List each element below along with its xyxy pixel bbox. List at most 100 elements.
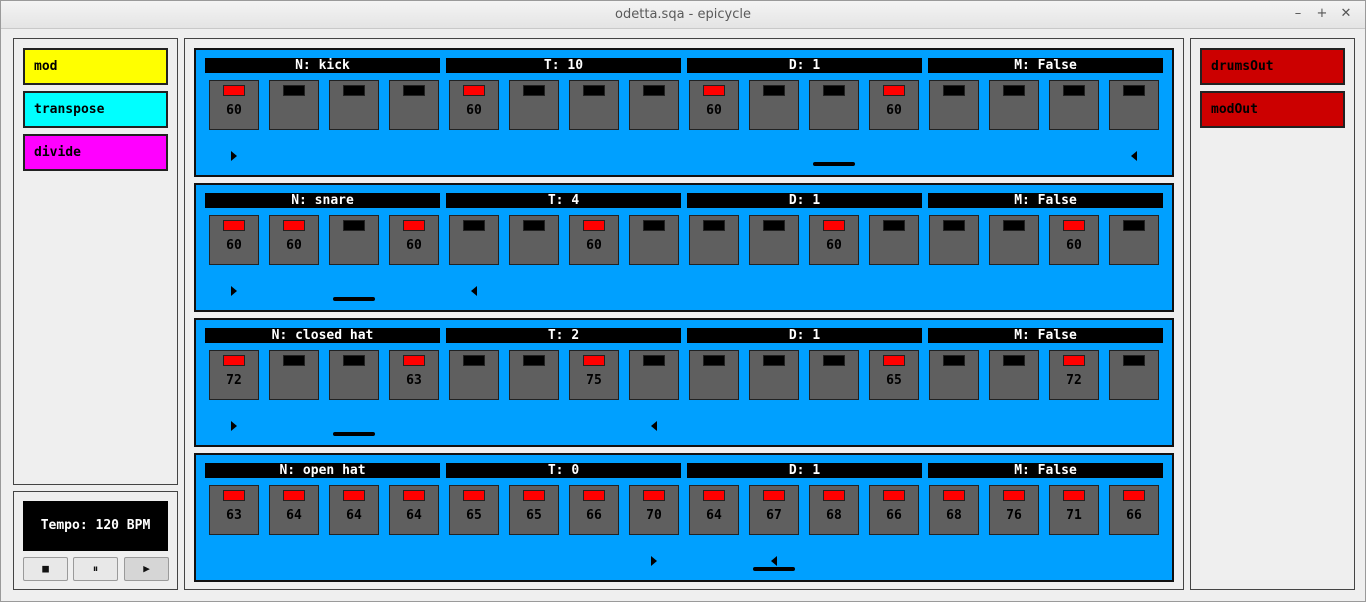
- transpose-header[interactable]: T: 10: [446, 58, 681, 73]
- note-header[interactable]: N: kick: [205, 58, 440, 73]
- minimize-button[interactable]: –: [1289, 5, 1307, 23]
- step-button[interactable]: [749, 215, 799, 265]
- step-button[interactable]: [509, 350, 559, 400]
- note-header[interactable]: N: open hat: [205, 463, 440, 478]
- output-drumsOut-button[interactable]: drumsOut: [1200, 48, 1345, 85]
- step-button[interactable]: [1109, 215, 1159, 265]
- mute-header[interactable]: M: False: [928, 328, 1163, 343]
- step-button[interactable]: [989, 80, 1039, 130]
- close-button[interactable]: ✕: [1337, 5, 1355, 23]
- step-button[interactable]: 66: [869, 485, 919, 535]
- step-button[interactable]: [449, 350, 499, 400]
- step-button[interactable]: 72: [209, 350, 259, 400]
- step-button[interactable]: 60: [389, 215, 439, 265]
- step-button[interactable]: 65: [509, 485, 559, 535]
- output-modOut-button[interactable]: modOut: [1200, 91, 1345, 128]
- step-button[interactable]: [509, 80, 559, 130]
- step-button[interactable]: [749, 350, 799, 400]
- step-button[interactable]: 63: [209, 485, 259, 535]
- step-button[interactable]: 65: [869, 350, 919, 400]
- step-button[interactable]: 66: [569, 485, 619, 535]
- step-button[interactable]: [869, 215, 919, 265]
- note-header[interactable]: N: closed hat: [205, 328, 440, 343]
- step-button[interactable]: 64: [689, 485, 739, 535]
- loop-end-marker[interactable]: [1131, 151, 1137, 161]
- step-button[interactable]: [689, 350, 739, 400]
- divide-header[interactable]: D: 1: [687, 328, 922, 343]
- step-button[interactable]: 65: [449, 485, 499, 535]
- step-button[interactable]: [1109, 350, 1159, 400]
- step-button[interactable]: [629, 80, 679, 130]
- divide-header[interactable]: D: 1: [687, 193, 922, 208]
- step-button[interactable]: 68: [929, 485, 979, 535]
- step-button[interactable]: 70: [629, 485, 679, 535]
- step-button[interactable]: [1109, 80, 1159, 130]
- play-button[interactable]: ▶: [124, 557, 169, 581]
- step-button[interactable]: 72: [1049, 350, 1099, 400]
- step-button[interactable]: [269, 80, 319, 130]
- mute-header[interactable]: M: False: [928, 193, 1163, 208]
- loop-end-marker[interactable]: [771, 556, 777, 566]
- step-button[interactable]: [1049, 80, 1099, 130]
- step-button[interactable]: 60: [209, 215, 259, 265]
- step-button[interactable]: 71: [1049, 485, 1099, 535]
- transpose-header[interactable]: T: 0: [446, 463, 681, 478]
- step-button[interactable]: 60: [449, 80, 499, 130]
- step-button[interactable]: 60: [689, 80, 739, 130]
- mute-header[interactable]: M: False: [928, 58, 1163, 73]
- step-button[interactable]: 60: [209, 80, 259, 130]
- step-button[interactable]: [329, 350, 379, 400]
- step-button[interactable]: 64: [389, 485, 439, 535]
- step-button[interactable]: 67: [749, 485, 799, 535]
- loop-start-marker[interactable]: [651, 556, 657, 566]
- modulator-divide-button[interactable]: divide: [23, 134, 168, 171]
- stop-button[interactable]: ■: [23, 557, 68, 581]
- step-button[interactable]: [929, 80, 979, 130]
- step-button[interactable]: [509, 215, 559, 265]
- step-button[interactable]: [629, 350, 679, 400]
- step-button[interactable]: 64: [269, 485, 319, 535]
- step-button[interactable]: [989, 215, 1039, 265]
- step-button[interactable]: 60: [869, 80, 919, 130]
- step-button[interactable]: 68: [809, 485, 859, 535]
- loop-start-marker[interactable]: [231, 421, 237, 431]
- step-button[interactable]: 75: [569, 350, 619, 400]
- mute-header[interactable]: M: False: [928, 463, 1163, 478]
- transpose-header[interactable]: T: 2: [446, 328, 681, 343]
- step-button[interactable]: [329, 215, 379, 265]
- modulator-transpose-button[interactable]: transpose: [23, 91, 168, 128]
- step-button[interactable]: [629, 215, 679, 265]
- step-button[interactable]: 60: [809, 215, 859, 265]
- pause-button[interactable]: ⏸: [73, 557, 118, 581]
- loop-end-marker[interactable]: [471, 286, 477, 296]
- step-button[interactable]: [929, 215, 979, 265]
- step-button[interactable]: [449, 215, 499, 265]
- step-button[interactable]: 60: [1049, 215, 1099, 265]
- step-button[interactable]: 66: [1109, 485, 1159, 535]
- note-header[interactable]: N: snare: [205, 193, 440, 208]
- step-button[interactable]: [689, 215, 739, 265]
- modulator-mod-button[interactable]: mod: [23, 48, 168, 85]
- step-button[interactable]: [989, 350, 1039, 400]
- step-button[interactable]: 64: [329, 485, 379, 535]
- step-button[interactable]: [269, 350, 319, 400]
- step-button[interactable]: [809, 80, 859, 130]
- step-button[interactable]: 63: [389, 350, 439, 400]
- step-button[interactable]: [389, 80, 439, 130]
- step-button[interactable]: [749, 80, 799, 130]
- loop-start-marker[interactable]: [231, 286, 237, 296]
- step-note-value: 60: [586, 238, 602, 253]
- step-button[interactable]: [569, 80, 619, 130]
- divide-header[interactable]: D: 1: [687, 463, 922, 478]
- loop-end-marker[interactable]: [651, 421, 657, 431]
- step-button[interactable]: 76: [989, 485, 1039, 535]
- maximize-button[interactable]: +: [1313, 5, 1331, 23]
- step-button[interactable]: 60: [269, 215, 319, 265]
- transpose-header[interactable]: T: 4: [446, 193, 681, 208]
- step-button[interactable]: 60: [569, 215, 619, 265]
- step-button[interactable]: [929, 350, 979, 400]
- divide-header[interactable]: D: 1: [687, 58, 922, 73]
- loop-start-marker[interactable]: [231, 151, 237, 161]
- step-button[interactable]: [329, 80, 379, 130]
- step-button[interactable]: [809, 350, 859, 400]
